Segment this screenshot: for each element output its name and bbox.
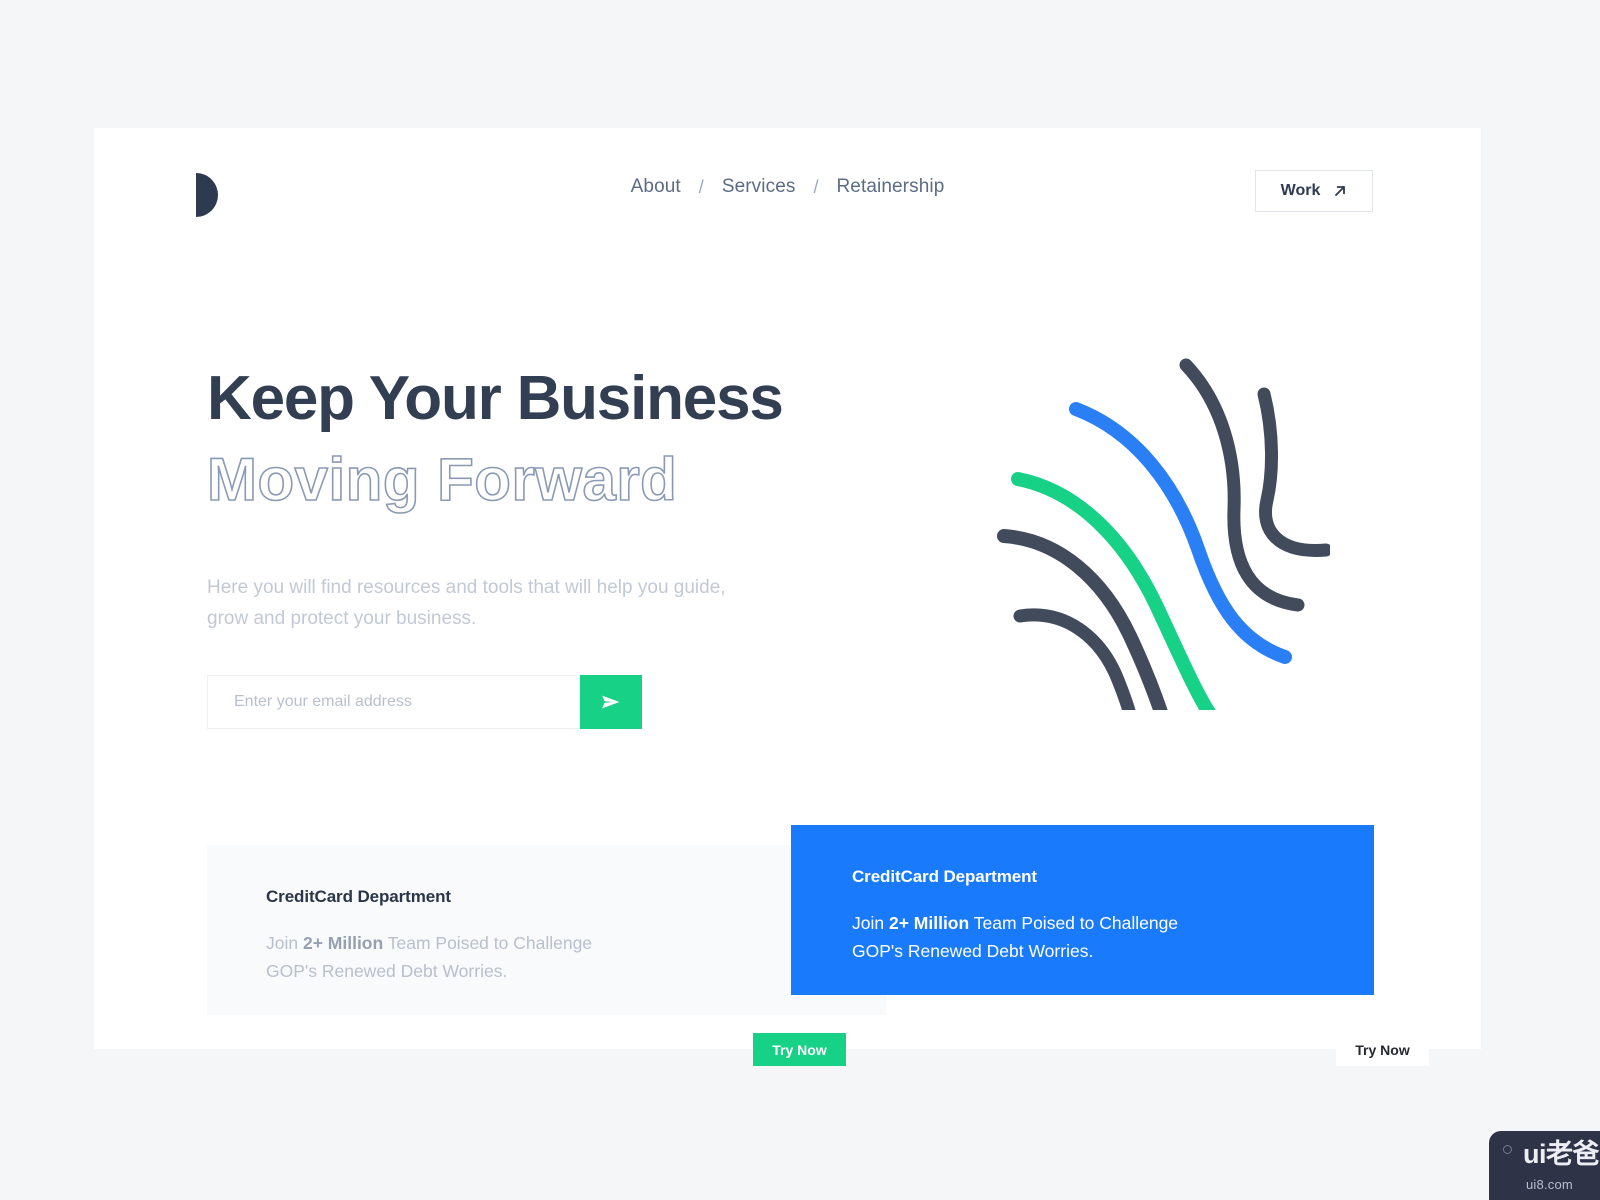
promo-body-lead: Join [852,913,889,933]
half-circle-d-logo[interactable] [196,173,218,217]
promo-body-lead: Join [266,933,303,953]
promo-card-blue-content: CreditCard Department Join 2+ Million Te… [852,867,1374,965]
page-root: About / Services / Retainership Work Kee… [0,0,1600,1200]
hero-text-block: Keep Your Business Moving Forward Here y… [206,364,827,634]
promo-body-strong: 2+ Million [888,913,970,933]
nav-item-about[interactable]: About [615,176,697,198]
nav-separator: / [813,176,819,197]
site-header: About / Services / Retainership Work [94,128,1481,258]
brush-stroke-swirl-illustration [960,350,1330,710]
promo-card-blue: CreditCard Department Join 2+ Million Te… [791,825,1429,1066]
try-now-button-light[interactable]: Try Now [753,1033,846,1066]
watermark-badge: ui老爸 ui8.com [1489,1131,1600,1200]
main-canvas: About / Services / Retainership Work Kee… [94,128,1481,1066]
promo-card-blue-title: CreditCard Department [852,867,1037,886]
nav-separator: / [698,176,704,197]
arrow-up-right-icon [1333,184,1347,198]
circle-dot-icon [1503,1145,1512,1154]
hero-title-outline: Moving Forward [206,446,678,513]
try-now-button-blue[interactable]: Try Now [1336,1033,1429,1066]
promo-card-light-body: Join 2+ Million Team Poised to Challenge… [266,929,596,985]
nav-item-retainership[interactable]: Retainership [820,176,960,198]
hero-subtitle: Here you will find resources and tools t… [207,577,726,629]
nav-item-services[interactable]: Services [706,176,812,198]
paper-plane-send-icon [599,690,623,714]
promo-card-blue-body: Join 2+ Million Team Poised to Challenge… [852,909,1192,965]
hero-title-solid: Keep Your Business [207,364,784,433]
promo-card-light: CreditCard Department Join 2+ Million Te… [207,845,886,1066]
work-button[interactable]: Work [1255,170,1373,212]
watermark-main-text: ui老爸 [1523,1139,1600,1169]
work-button-label: Work [1280,182,1321,199]
send-button[interactable] [580,675,642,729]
email-input[interactable] [207,675,580,729]
watermark-sub-text: ui8.com [1526,1177,1573,1192]
primary-navigation: About / Services / Retainership [615,176,961,198]
promo-body-strong: 2+ Million [302,933,384,953]
subscribe-form [207,675,642,729]
